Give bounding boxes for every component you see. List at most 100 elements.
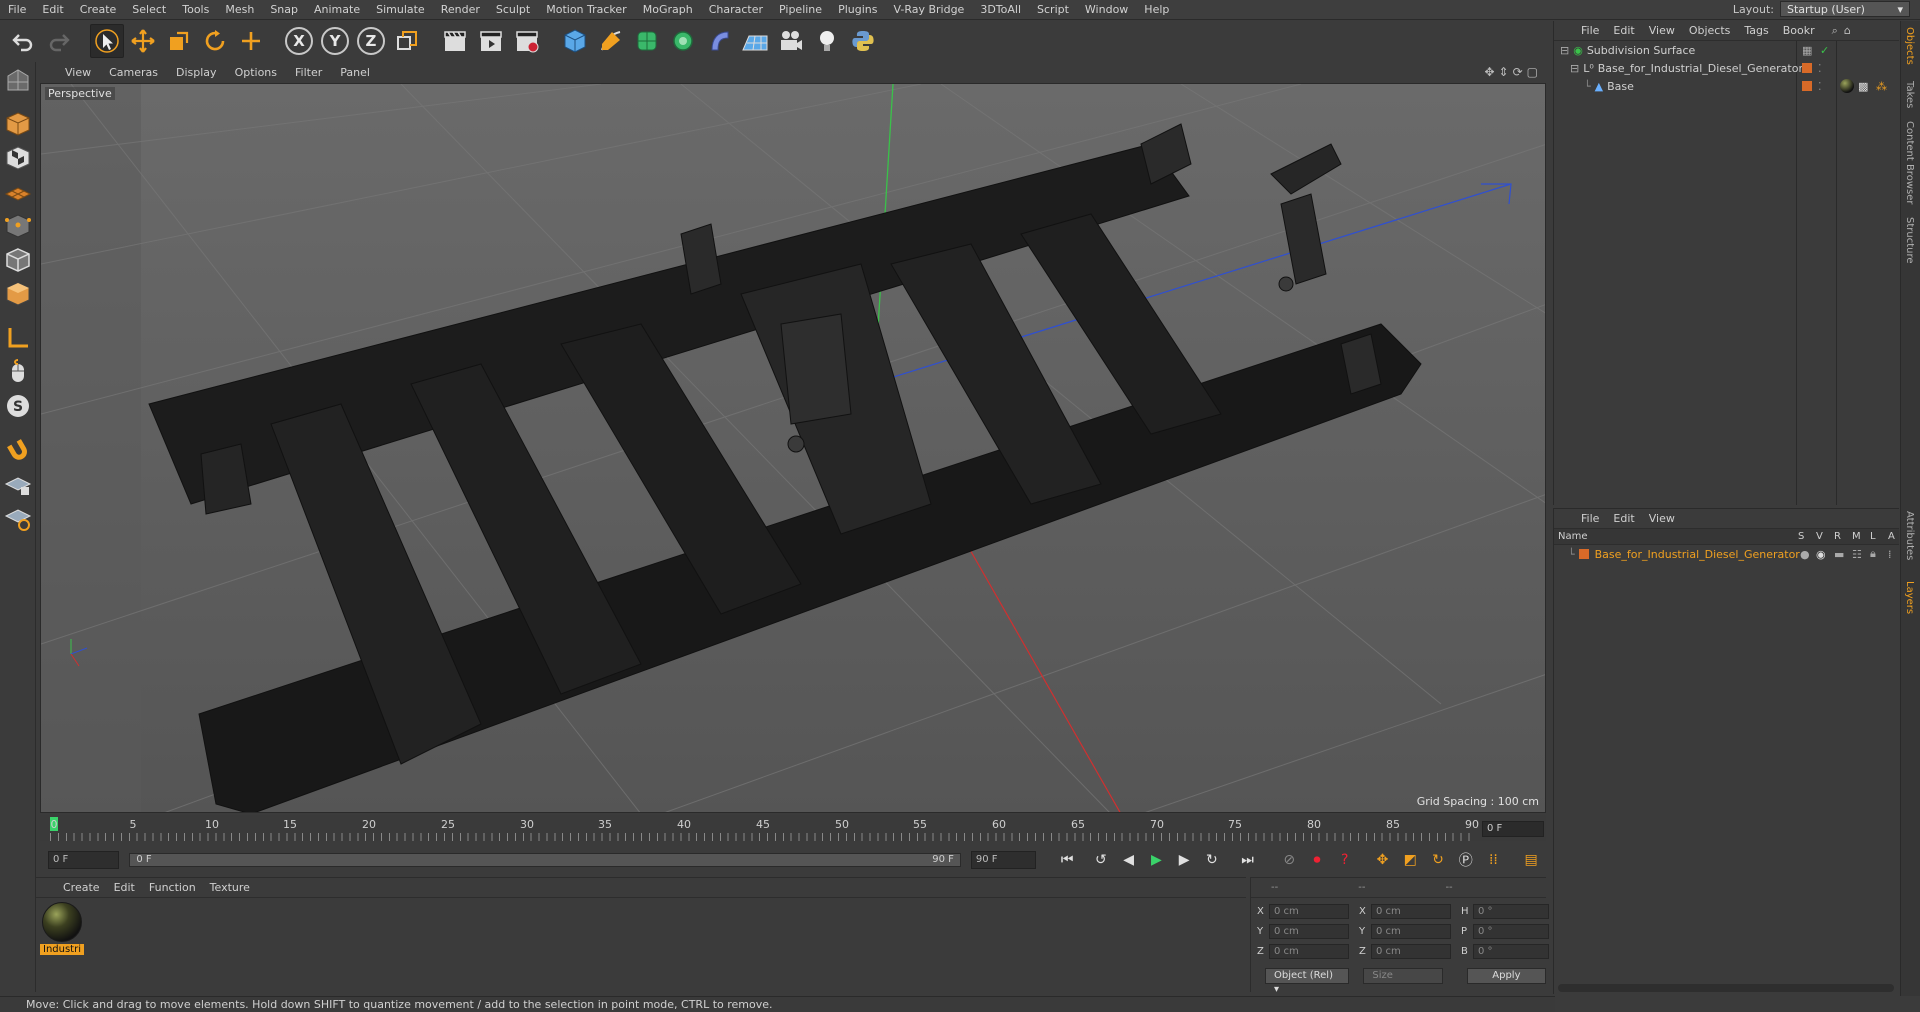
visible-eye-icon[interactable]: ◉ xyxy=(1816,548,1826,561)
previous-frame-button[interactable]: ◀ xyxy=(1116,847,1142,873)
uvw-tag-icon[interactable]: ▩ xyxy=(1858,80,1868,93)
layout-dropdown[interactable]: Startup (User) ▾ xyxy=(1780,1,1910,17)
cube-primitive-button[interactable] xyxy=(558,24,592,58)
material-tag-icon[interactable] xyxy=(1840,79,1854,93)
enabled-check-icon[interactable]: ✓ xyxy=(1820,44,1829,57)
rot-p-field[interactable]: 0 ° xyxy=(1473,924,1549,939)
go-to-start-button[interactable]: ⏮ xyxy=(1054,847,1080,873)
size-y-field[interactable]: 0 cm xyxy=(1371,924,1451,939)
visibility-dots-icon[interactable]: ⁚ xyxy=(1818,80,1822,93)
render-view-button[interactable] xyxy=(438,24,472,58)
last-tool-button[interactable] xyxy=(234,24,268,58)
autokey-button[interactable]: ⏺ xyxy=(1304,847,1330,873)
animation-icon[interactable]: ⁞ xyxy=(1888,548,1892,561)
lock-icon[interactable]: 🔒︎ xyxy=(1870,547,1876,561)
render-settings-button[interactable] xyxy=(510,24,544,58)
key-parameter-button[interactable]: Ⓟ xyxy=(1453,847,1479,873)
preview-range-slider[interactable]: 0 F 90 F xyxy=(129,853,961,867)
key-rotation-button[interactable]: ↻ xyxy=(1425,847,1451,873)
texture-mode-button[interactable] xyxy=(2,142,34,174)
tab-takes[interactable]: Takes xyxy=(1904,81,1915,108)
deformer-button[interactable] xyxy=(702,24,736,58)
point-mode-button[interactable] xyxy=(2,210,34,242)
pos-z-field[interactable]: 0 cm xyxy=(1269,944,1349,959)
play-button[interactable]: ▶ xyxy=(1143,847,1169,873)
next-frame-button[interactable]: ▶ xyxy=(1171,847,1197,873)
search-icon[interactable]: ⌕ xyxy=(1832,24,1838,38)
edge-mode-button[interactable] xyxy=(2,244,34,276)
om-menu-file[interactable]: File xyxy=(1574,24,1606,37)
om-menu-tags[interactable]: Tags xyxy=(1737,24,1775,37)
menu-plugins[interactable]: Plugins xyxy=(830,3,885,16)
menu-3dtoall[interactable]: 3DToAll xyxy=(972,3,1029,16)
menu-snap[interactable]: Snap xyxy=(262,3,306,16)
dolly-icon[interactable]: ⇕ xyxy=(1499,65,1509,79)
model-mode-button[interactable] xyxy=(2,108,34,140)
object-row-base[interactable]: └ ▲ Base ⁚ ▩ ⁂ xyxy=(1554,77,1900,95)
visibility-dots-icon[interactable]: ⁚ xyxy=(1818,62,1822,75)
home-icon[interactable]: ⌂ xyxy=(1844,24,1851,37)
coordinate-mode-dropdown[interactable]: Object (Rel) ▾ xyxy=(1265,968,1350,995)
viewport-menu-view[interactable]: View xyxy=(56,66,100,79)
om-menu-view[interactable]: View xyxy=(1642,24,1682,37)
menu-animate[interactable]: Animate xyxy=(306,3,368,16)
key-scale-button[interactable]: ◩ xyxy=(1397,847,1423,873)
python-button[interactable] xyxy=(846,24,880,58)
x-axis-button[interactable]: X xyxy=(282,24,316,58)
make-editable-button[interactable] xyxy=(2,64,34,96)
next-key-button[interactable]: ↻ xyxy=(1199,847,1225,873)
menu-pipeline[interactable]: Pipeline xyxy=(771,3,830,16)
mograph-cloner-button[interactable] xyxy=(666,24,700,58)
layer-menu-edit[interactable]: Edit xyxy=(1606,512,1641,525)
floor-button[interactable] xyxy=(738,24,772,58)
layer-horizontal-scrollbar[interactable] xyxy=(1558,984,1894,992)
timeline-ruler[interactable]: 0 5 10 15 20 25 30 35 40 45 50 55 60 65 … xyxy=(40,815,1546,841)
menu-mesh[interactable]: Mesh xyxy=(217,3,262,16)
tab-structure[interactable]: Structure xyxy=(1904,217,1915,264)
layer-menu-file[interactable]: File xyxy=(1574,512,1606,525)
render-to-picture-viewer-button[interactable] xyxy=(474,24,508,58)
expand-icon[interactable]: ⊟ xyxy=(1560,44,1569,57)
visibility-dots-icon[interactable]: ▦ xyxy=(1802,44,1812,57)
light-button[interactable] xyxy=(810,24,844,58)
workplane-settings-button[interactable] xyxy=(2,502,34,534)
viewport-menu-filter[interactable]: Filter xyxy=(286,66,331,79)
move-tool-button[interactable] xyxy=(126,24,160,58)
pen-spline-button[interactable] xyxy=(594,24,628,58)
render-icon[interactable]: ▬ xyxy=(1834,548,1844,561)
om-menu-objects[interactable]: Objects xyxy=(1682,24,1738,37)
menu-window[interactable]: Window xyxy=(1077,3,1136,16)
phong-tag-icon[interactable]: ⁂ xyxy=(1876,80,1887,93)
maximize-view-icon[interactable]: ▢ xyxy=(1527,65,1538,79)
start-frame-field[interactable]: 0 F xyxy=(48,851,120,869)
polygon-mode-button[interactable] xyxy=(2,278,34,310)
material-swatch[interactable]: Industri xyxy=(40,902,84,955)
viewport-menu-panel[interactable]: Panel xyxy=(331,66,379,79)
menu-motion-tracker[interactable]: Motion Tracker xyxy=(538,3,634,16)
z-axis-button[interactable]: Z xyxy=(354,24,388,58)
size-z-field[interactable]: 0 cm xyxy=(1371,944,1451,959)
tab-attributes[interactable]: Attributes xyxy=(1904,511,1915,560)
expand-icon[interactable]: ⊟ xyxy=(1570,62,1579,75)
current-frame-field[interactable]: 0 F xyxy=(1482,821,1544,837)
workplane-mode-button[interactable] xyxy=(2,176,34,208)
coordinate-system-button[interactable] xyxy=(390,24,424,58)
key-pla-button[interactable]: ⁞⁞ xyxy=(1481,847,1507,873)
pan-icon[interactable]: ✥ xyxy=(1484,65,1494,79)
tab-objects[interactable]: Objects xyxy=(1904,27,1915,65)
layer-color-swatch[interactable] xyxy=(1578,549,1589,559)
menu-file[interactable]: File xyxy=(0,3,34,16)
viewport-menu-display[interactable]: Display xyxy=(167,66,226,79)
menu-help[interactable]: Help xyxy=(1136,3,1177,16)
size-mode-dropdown[interactable]: Size xyxy=(1363,968,1443,984)
manager-icon[interactable]: ☷ xyxy=(1852,548,1862,561)
end-frame-field[interactable]: 90 F xyxy=(970,851,1037,869)
om-menu-bookmarks[interactable]: Bookr xyxy=(1776,24,1822,37)
scale-tool-button[interactable] xyxy=(162,24,196,58)
keyframe-selection-button[interactable]: ? xyxy=(1332,847,1358,873)
pos-y-field[interactable]: 0 cm xyxy=(1269,924,1349,939)
menu-select[interactable]: Select xyxy=(124,3,174,16)
undo-button[interactable] xyxy=(6,24,40,58)
rot-h-field[interactable]: 0 ° xyxy=(1473,904,1549,919)
pos-x-field[interactable]: 0 cm xyxy=(1269,904,1349,919)
